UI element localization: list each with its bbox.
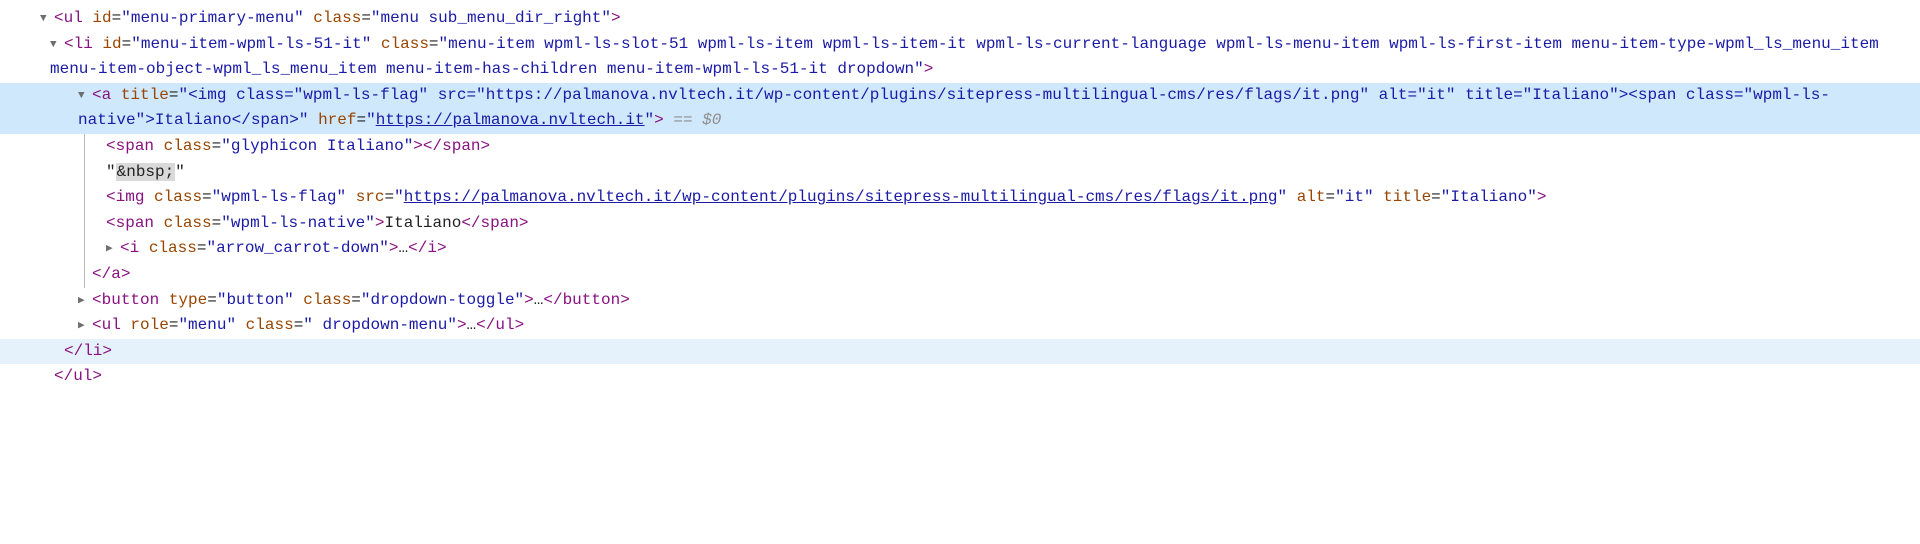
node-img[interactable]: <img class="wpml-ls-flag" src="https://p… (106, 185, 1920, 211)
selected-marker: == $0 (664, 111, 722, 129)
node-button[interactable]: <button type="button" class="dropdown-to… (0, 288, 1920, 314)
toggle-icon[interactable] (78, 88, 92, 106)
node-li-open[interactable]: <li id="menu-item-wpml-ls-51-it" class="… (0, 32, 1920, 83)
dom-tree: <ul id="menu-primary-menu" class="menu s… (0, 0, 1920, 396)
node-ul-close[interactable]: </ul> (0, 364, 1920, 390)
node-ul-open[interactable]: <ul id="menu-primary-menu" class="menu s… (0, 6, 1920, 32)
toggle-icon[interactable] (40, 11, 54, 29)
node-ul-dropdown[interactable]: <ul role="menu" class=" dropdown-menu">…… (0, 313, 1920, 339)
node-span-native[interactable]: <span class="wpml-ls-native">Italiano</s… (106, 211, 1920, 237)
toggle-icon[interactable] (50, 37, 64, 55)
toggle-icon[interactable] (78, 318, 92, 336)
href-link[interactable]: https://palmanova.nvltech.it (376, 111, 645, 129)
toggle-icon[interactable] (78, 293, 92, 311)
toggle-icon[interactable] (106, 241, 120, 259)
node-i-arrow[interactable]: <i class="arrow_carrot-down">…</i> (106, 236, 1920, 262)
node-li-close[interactable]: </li> (0, 339, 1920, 365)
node-span-glyphicon[interactable]: <span class="glyphicon Italiano"></span> (106, 134, 1920, 160)
node-text-nbsp[interactable]: "&nbsp;" (106, 160, 1920, 186)
node-a-close[interactable]: </a> (92, 262, 1920, 288)
node-a-open[interactable]: <a title="<img class="wpml-ls-flag" src=… (0, 83, 1920, 134)
img-src-link[interactable]: https://palmanova.nvltech.it/wp-content/… (404, 188, 1278, 206)
guide-line: <span class="glyphicon Italiano"></span>… (84, 134, 1920, 288)
